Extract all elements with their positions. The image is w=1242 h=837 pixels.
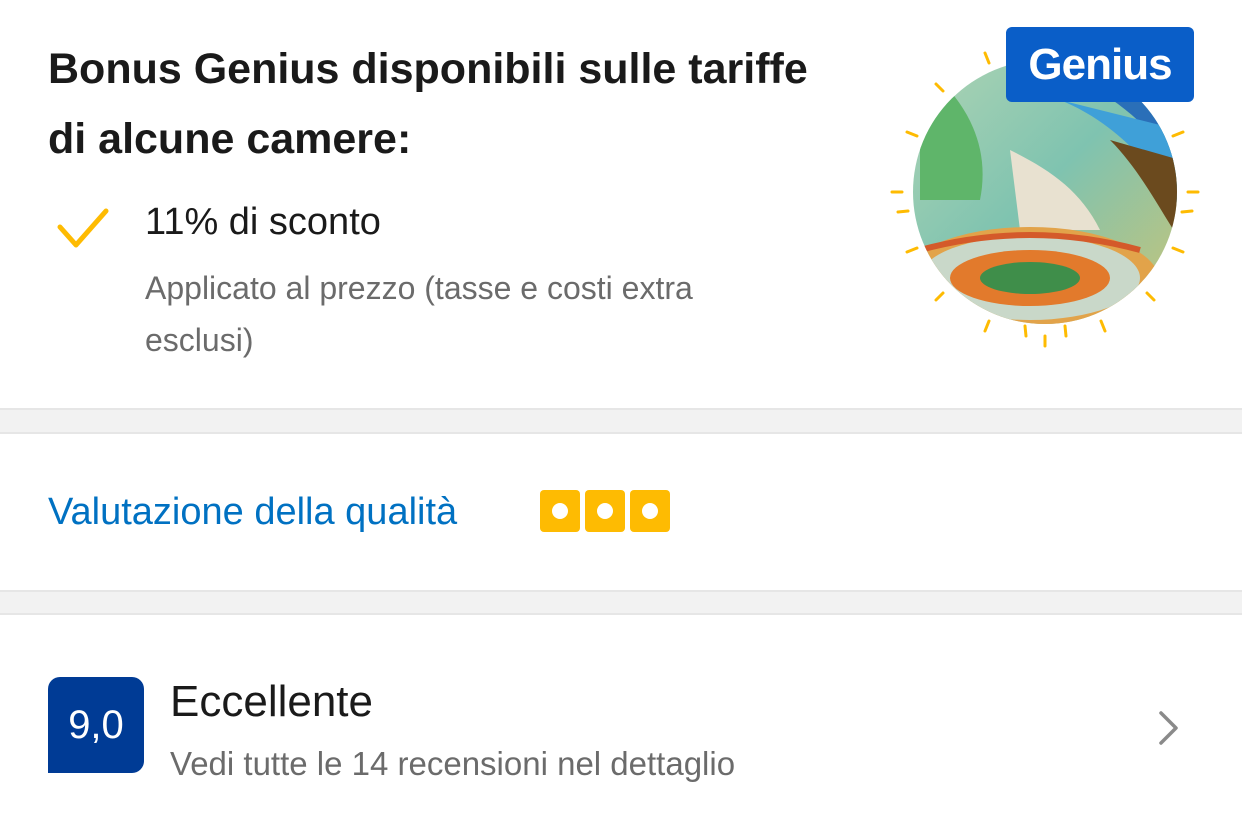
genius-benefit-label: 11% di sconto: [145, 201, 381, 243]
property-info-page: Bonus Genius disponibili sulle tariffe d…: [0, 0, 1242, 837]
genius-badge: Genius: [1006, 27, 1194, 102]
checkmark-icon: [57, 208, 109, 248]
review-score-row[interactable]: 9,0 Eccellente Vedi tutte le 14 recensio…: [0, 615, 1242, 837]
section-divider: [0, 408, 1242, 434]
quality-dot-icon: [540, 490, 580, 532]
quality-dot-icon: [585, 490, 625, 532]
genius-title: Bonus Genius disponibili sulle tariffe d…: [48, 45, 808, 163]
quality-dot-icon: [630, 490, 670, 532]
section-divider: [0, 590, 1242, 615]
quality-rating-row[interactable]: Valutazione della qualità: [0, 434, 1242, 590]
quality-rating-link[interactable]: Valutazione della qualità: [48, 488, 457, 536]
review-score-badge: 9,0: [48, 677, 144, 773]
all-reviews-link[interactable]: Vedi tutte le 14 recensioni nel dettagli…: [170, 742, 735, 786]
chevron-right-icon[interactable]: [1152, 707, 1184, 749]
genius-benefits-section: Bonus Genius disponibili sulle tariffe d…: [0, 0, 1242, 408]
review-verdict: Eccellente: [170, 677, 374, 726]
quality-rating-dots: [540, 490, 670, 532]
genius-benefit-detail: Applicato al prezzo (tasse e costi extra…: [145, 270, 693, 358]
